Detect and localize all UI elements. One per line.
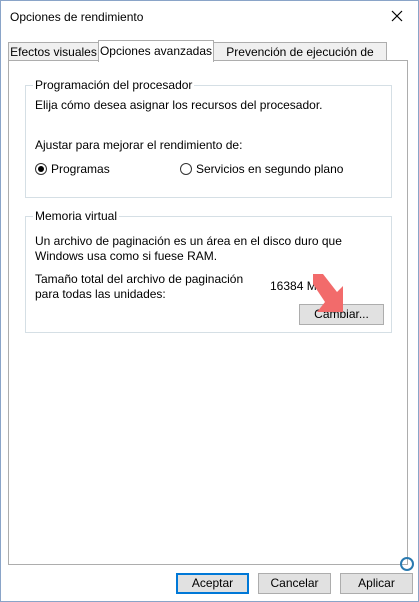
tab-advanced-options[interactable]: Opciones avanzadas xyxy=(98,40,214,62)
annotation-arrow-icon xyxy=(313,274,343,312)
vm-description-line1: Un archivo de paginación es un área en e… xyxy=(35,234,342,248)
processor-scheduling-group: Programación del procesador Elija cómo d… xyxy=(25,78,392,198)
performance-options-window: Opciones de rendimiento Efectos visuales… xyxy=(0,0,419,602)
radio-programs-label[interactable]: Programas xyxy=(51,162,110,176)
cancel-button[interactable]: Cancelar xyxy=(258,573,331,594)
processor-description: Elija cómo desea asignar los recursos de… xyxy=(35,98,323,112)
virtual-memory-group-title: Memoria virtual xyxy=(33,209,120,223)
vm-description-line2: Windows usa como si fuese RAM. xyxy=(35,249,218,263)
radio-background-services[interactable] xyxy=(180,163,192,175)
watermark-logo xyxy=(400,557,414,571)
processor-group-title: Programación del procesador xyxy=(33,78,195,92)
tab-data-execution-prevention[interactable]: Prevención de ejecución de datos xyxy=(213,42,387,77)
tab-visual-effects[interactable]: Efectos visuales xyxy=(8,42,99,60)
radio-background-services-label[interactable]: Servicios en segundo plano xyxy=(196,162,343,176)
vm-total-label-line1: Tamaño total del archivo de paginación xyxy=(35,272,244,286)
ok-button[interactable]: Aceptar xyxy=(176,573,249,594)
vm-total-label-line2: para todas las unidades: xyxy=(35,287,166,301)
radio-programs[interactable] xyxy=(35,163,47,175)
adjust-label: Ajustar para mejorar el rendimiento de: xyxy=(35,138,243,152)
window-title: Opciones de rendimiento xyxy=(10,10,144,24)
close-icon[interactable] xyxy=(387,6,407,26)
title-bar: Opciones de rendimiento xyxy=(1,1,418,33)
radio-selected-dot xyxy=(38,166,44,172)
